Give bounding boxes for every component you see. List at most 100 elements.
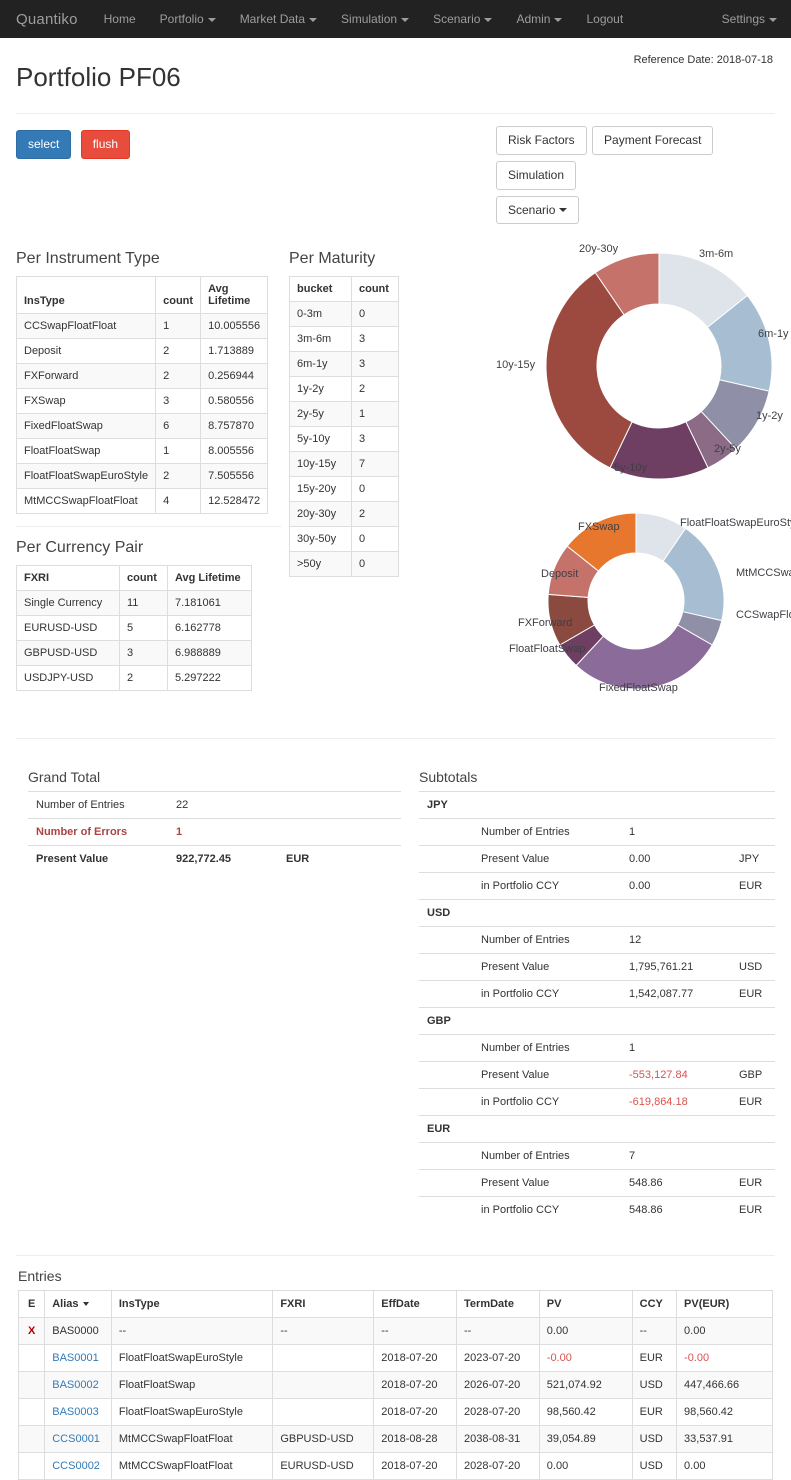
entries-table: E Alias InsType FXRI EffDate TermDate PV CCY PV(… — [17, 1290, 773, 1480]
table-cell: 12.528472 — [200, 488, 269, 515]
entries-header-instype[interactable]: InsType — [110, 1290, 274, 1319]
alias-link[interactable]: CCS0001 — [52, 1433, 100, 1445]
subtotal-row: Number of Entries 1 — [419, 818, 775, 846]
nav-item-simulation[interactable]: Simulation — [329, 0, 421, 38]
subtotal-row: Number of Entries 1 — [419, 1034, 775, 1062]
subtotal-group-currency: JPY — [419, 791, 473, 819]
table-cell: 3 — [155, 388, 202, 415]
grand-total-label: Number of Entries — [28, 791, 168, 819]
entries-header-effdate[interactable]: EffDate — [373, 1290, 458, 1319]
charts-col: 20y-30y 3m-6m 6m-1y 1y-2y 2y-5y 5y-10y 1… — [486, 236, 791, 714]
chevron-down-icon — [554, 17, 563, 22]
nav-item-scenario[interactable]: Scenario — [421, 0, 504, 38]
nav-item-label: Logout — [586, 12, 624, 26]
divider-top — [16, 113, 775, 114]
subtotal-label: in Portfolio CCY — [473, 980, 621, 1008]
table-cell: 7.505556 — [200, 463, 269, 490]
entries-cell-pveur: 447,466.66 — [676, 1371, 773, 1400]
entries-cell-pv: 98,560.42 — [538, 1398, 633, 1427]
chevron-down-icon — [401, 17, 410, 22]
grand-total-label: Present Value — [28, 845, 168, 873]
donut1-label-1y-2y: 1y-2y — [756, 410, 783, 423]
select-button[interactable]: select — [16, 130, 72, 159]
subtotal-indent — [419, 980, 473, 1008]
entries-cell-instype: FloatFloatSwapEuroStyle — [110, 1398, 274, 1427]
table-cell: 0 — [351, 301, 399, 328]
entries-header-ccy[interactable]: CCY — [631, 1290, 678, 1319]
table-cell: 6.988889 — [167, 640, 252, 667]
table-row: 0-3m 0 — [289, 301, 399, 328]
entries-header-e[interactable]: E — [17, 1290, 46, 1319]
table-row: MtMCCSwapFloatFloat 4 12.528472 — [15, 488, 269, 515]
entries-cell-pveur: 98,560.42 — [676, 1398, 773, 1427]
flush-button[interactable]: flush — [80, 130, 131, 159]
subtotal-indent — [419, 1169, 473, 1197]
entries-cell-termdate: 2028-07-20 — [456, 1452, 540, 1480]
alias-link[interactable]: BAS0003 — [52, 1406, 98, 1418]
donut1-label-10y-15y: 10y-15y — [496, 359, 536, 372]
entries-header-termdate[interactable]: TermDate — [456, 1290, 540, 1319]
table-cell: 3 — [351, 326, 399, 353]
alias-link[interactable]: CCS0002 — [52, 1460, 100, 1472]
subtotal-currency: EUR — [731, 872, 775, 900]
per-currency-pair-title: Per Currency Pair — [16, 539, 144, 557]
donut2-label-fixedfloatswap: FixedFloatSwap — [599, 682, 678, 695]
table-cell: >50y — [289, 551, 352, 578]
simulation-button[interactable]: Simulation — [496, 160, 577, 190]
entries-cell-alias[interactable]: BAS0003 — [44, 1398, 112, 1427]
subtotal-value: 1 — [621, 1034, 731, 1062]
per-maturity-table: bucket count 0-3m 0 3m-6m 3 6m-1y 3 1y-2y 2 2y-5y… — [289, 276, 399, 578]
payment-forecast-button[interactable]: Payment Forecast — [592, 126, 714, 155]
table-header-row: InsType count Avg Lifetime — [15, 276, 269, 315]
scenario-dropdown-button[interactable]: Scenario — [496, 195, 580, 225]
nav-item-settings[interactable]: Settings — [710, 0, 791, 38]
entries-cell-alias[interactable]: CCS0001 — [44, 1425, 112, 1454]
instype-block: Per Instrument Type InsType count Avg Life… — [15, 236, 281, 692]
risk-factors-button[interactable]: Risk Factors — [496, 126, 587, 155]
table-cell: 1.713889 — [200, 338, 269, 365]
subtotal-label: Number of Entries — [473, 1034, 621, 1062]
nav-item-market-data[interactable]: Market Data — [228, 0, 329, 38]
entries-row: BAS0003 FloatFloatSwapEuroStyle 2018-07-20… — [17, 1398, 773, 1427]
table-cell: FloatFloatSwap — [15, 438, 157, 465]
subtotal-value: 1 — [621, 818, 731, 846]
alias-link[interactable]: BAS0001 — [52, 1352, 98, 1364]
table-row: 6m-1y 3 — [289, 351, 399, 378]
nav-item-portfolio[interactable]: Portfolio — [148, 0, 228, 38]
table-row: 3m-6m 3 — [289, 326, 399, 353]
per-maturity-title: Per Maturity — [289, 250, 376, 268]
table-cell: 2 — [155, 463, 202, 490]
per-instrument-type-title: Per Instrument Type — [16, 250, 160, 268]
entries-header-alias[interactable]: Alias — [44, 1290, 112, 1319]
donut1-label-20y-30y: 20y-30y — [579, 243, 619, 256]
entries-cell-instype: FloatFloatSwap — [110, 1371, 274, 1400]
subtotals-block: Subtotals JPY Number of Entries 1 Present… — [401, 757, 775, 1224]
instype-header-count: count — [155, 276, 202, 315]
entries-cell-error — [17, 1371, 46, 1400]
grand-total-value: 922,772.45 — [168, 845, 278, 873]
subtotal-label: Number of Entries — [473, 926, 621, 954]
entries-cell-alias[interactable]: BAS0002 — [44, 1371, 112, 1400]
entries-header-fxri[interactable]: FXRI — [272, 1290, 375, 1319]
nav-item-admin[interactable]: Admin — [504, 0, 574, 38]
entries-cell-alias[interactable]: BAS0001 — [44, 1344, 112, 1373]
subtotal-row: Present Value 1,795,761.21 USD — [419, 953, 775, 981]
sort-descending-icon — [82, 1302, 89, 1307]
subtotal-value: 0.00 — [621, 872, 731, 900]
table-row: CCSwapFloatFloat 1 10.005556 — [15, 313, 269, 340]
nav-item-home[interactable]: Home — [92, 0, 148, 38]
alias-link[interactable]: BAS0002 — [52, 1379, 98, 1391]
entries-cell-fxri: -- — [272, 1317, 375, 1346]
donut2-label-floatfloatswap: FloatFloatSwap — [509, 643, 586, 656]
table-row: FXForward 2 0.256944 — [15, 363, 269, 390]
nav-item-logout[interactable]: Logout — [574, 0, 635, 38]
table-cell: 2 — [351, 501, 399, 528]
subtotal-value: 12 — [621, 926, 731, 954]
donut1-label-6m-1y: 6m-1y — [758, 328, 789, 341]
entries-header-pv[interactable]: PV — [538, 1290, 633, 1319]
subtotal-row: in Portfolio CCY 1,542,087.77 EUR — [419, 980, 775, 1008]
entries-cell-alias[interactable]: CCS0002 — [44, 1452, 112, 1480]
subtotal-group-spacer — [473, 1007, 775, 1035]
brand-logo[interactable]: Quantiko — [8, 11, 92, 28]
entries-header-pv-eur-[interactable]: PV(EUR) — [676, 1290, 773, 1319]
